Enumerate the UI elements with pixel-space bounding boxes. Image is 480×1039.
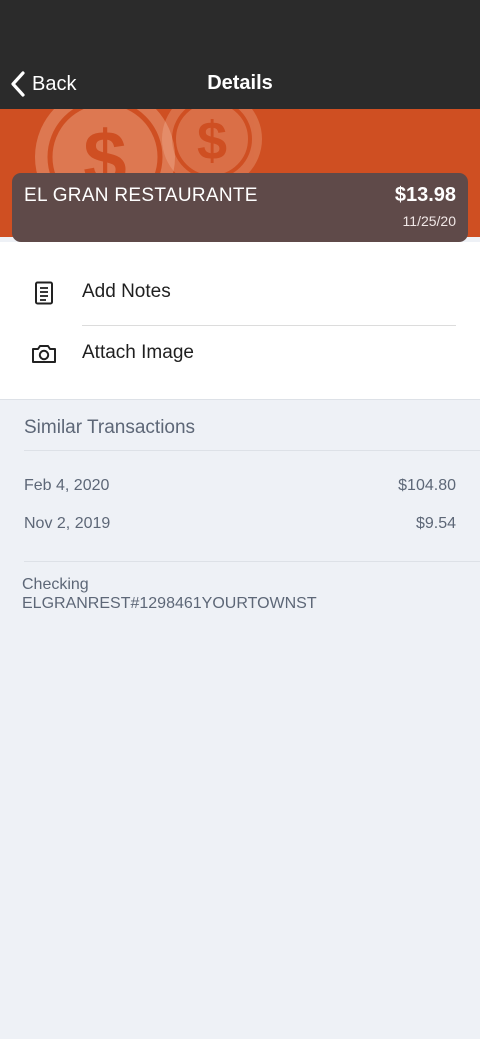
section-divider bbox=[24, 561, 480, 562]
similar-transaction-date: Nov 2, 2019 bbox=[24, 515, 111, 532]
similar-transactions-title: Similar Transactions bbox=[24, 417, 196, 438]
transaction-amount: $13.98 bbox=[394, 184, 456, 206]
add-notes-button[interactable]: Add Notes bbox=[0, 262, 480, 322]
page-title: Details bbox=[207, 72, 273, 94]
attach-image-label: Attach Image bbox=[82, 342, 194, 363]
similar-transaction-date: Feb 4, 2020 bbox=[24, 477, 110, 494]
similar-transaction-row[interactable]: Nov 2, 2019 $9.54 bbox=[24, 515, 456, 539]
actions-panel: Add Notes Attach Image bbox=[0, 242, 480, 400]
merchant-name: EL GRAN RESTAURANTE bbox=[24, 185, 258, 206]
account-description: ELGRANREST#1298461YOURTOWNST bbox=[22, 595, 317, 612]
similar-transaction-amount: $104.80 bbox=[398, 477, 456, 494]
section-divider bbox=[24, 450, 480, 451]
attach-image-button[interactable]: Attach Image bbox=[0, 323, 480, 383]
similar-transaction-amount: $9.54 bbox=[415, 515, 456, 532]
svg-text:$: $ bbox=[197, 111, 227, 171]
transaction-date: 11/25/20 bbox=[402, 213, 456, 229]
document-icon bbox=[30, 280, 58, 306]
account-type: Checking bbox=[22, 576, 89, 593]
account-info: Checking ELGRANREST#1298461YOURTOWNST bbox=[22, 575, 317, 613]
add-notes-label: Add Notes bbox=[82, 281, 171, 302]
navigation-bar: Back Details bbox=[0, 0, 480, 109]
transaction-summary-card: EL GRAN RESTAURANTE $13.98 11/25/20 bbox=[12, 173, 468, 242]
camera-icon bbox=[30, 341, 58, 367]
similar-transaction-row[interactable]: Feb 4, 2020 $104.80 bbox=[24, 477, 456, 501]
